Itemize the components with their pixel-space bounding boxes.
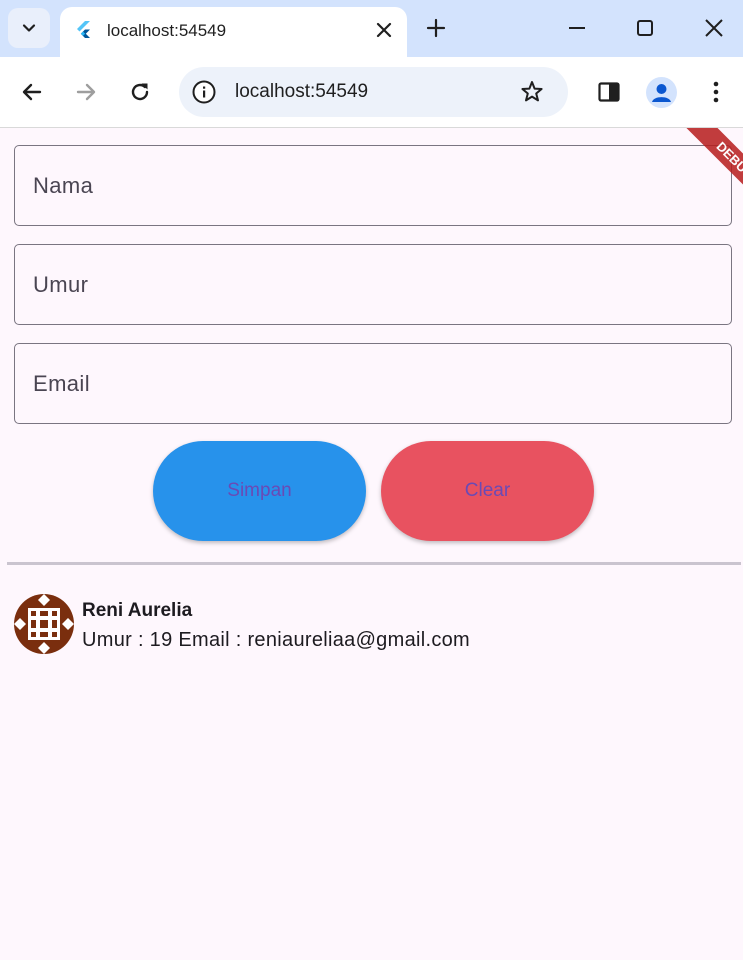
email-label: Email :	[172, 629, 248, 651]
nama-field[interactable]	[14, 145, 732, 226]
umur-field[interactable]	[14, 244, 732, 325]
window-close-icon[interactable]	[702, 16, 726, 40]
forward-icon[interactable]	[73, 79, 99, 105]
maximize-icon[interactable]	[633, 16, 657, 40]
more-vertical-icon[interactable]	[704, 79, 728, 105]
side-panel-icon[interactable]	[596, 79, 622, 105]
profile-icon	[652, 84, 671, 102]
address-bar[interactable]: localhost:54549	[179, 67, 568, 117]
new-tab-icon[interactable]	[424, 16, 448, 40]
browser-tab[interactable]: localhost:54549	[60, 7, 407, 57]
tab-strip: localhost:54549	[0, 0, 743, 57]
umur-input[interactable]	[15, 245, 731, 324]
umur-value: 19	[149, 629, 173, 651]
back-icon[interactable]	[19, 79, 45, 105]
browser-toolbar: localhost:54549	[0, 57, 743, 128]
list-item[interactable]: Reni Aurelia Umur : 19 Email : reniaurel…	[0, 588, 743, 660]
tab-title: localhost:54549	[107, 21, 227, 40]
email-input[interactable]	[15, 344, 731, 423]
url-text[interactable]: localhost:54549	[235, 81, 368, 103]
chevron-down-icon	[22, 24, 36, 32]
item-subtitle: Umur : 19 Email : reniaureliaa@gmail.com	[82, 629, 470, 652]
reload-icon[interactable]	[127, 79, 153, 105]
tab-search-button[interactable]	[8, 8, 50, 48]
info-icon[interactable]	[192, 80, 216, 104]
umur-label: Umur :	[82, 629, 150, 651]
flutter-icon	[77, 21, 90, 38]
star-icon[interactable]	[519, 79, 545, 105]
email-value: reniaureliaa@gmail.com	[247, 629, 471, 651]
item-name: Reni Aurelia	[82, 600, 193, 621]
email-field[interactable]	[14, 343, 732, 424]
divider	[7, 562, 741, 565]
profile-avatar[interactable]	[646, 77, 677, 108]
clear-button[interactable]: Clear	[381, 441, 594, 541]
nama-input[interactable]	[15, 146, 731, 225]
minimize-icon[interactable]	[565, 16, 589, 40]
tab-close-icon[interactable]	[373, 19, 395, 41]
simpan-button[interactable]: Simpan	[153, 441, 366, 541]
identicon-avatar	[14, 594, 74, 654]
